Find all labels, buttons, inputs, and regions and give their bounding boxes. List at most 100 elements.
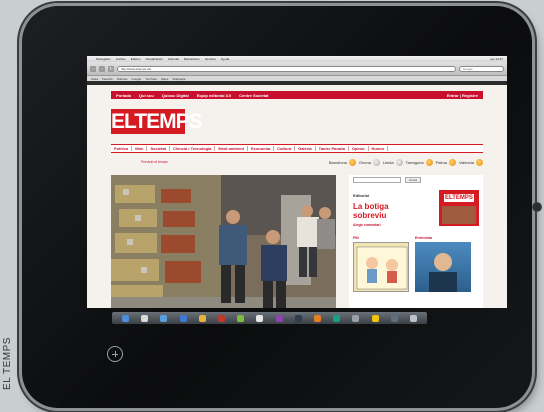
menu-item[interactable]: Historial: [168, 57, 179, 61]
numbers-icon[interactable]: [333, 314, 341, 322]
mail-icon[interactable]: [160, 314, 168, 322]
menu-item[interactable]: Archivo: [116, 57, 126, 61]
site-search-button[interactable]: Cerca: [405, 177, 421, 183]
home-button-icon[interactable]: [107, 346, 123, 362]
bookmark[interactable]: Maps: [161, 77, 168, 81]
market-photo-image: [111, 175, 336, 308]
section-tab[interactable]: Tauler Parada: [316, 146, 349, 151]
photo-credit: EL TEMPS: [2, 337, 13, 390]
topnav-link[interactable]: Quiosc Digital: [162, 93, 189, 98]
tablet-device: Navegador Archivo Edición Visualización …: [22, 6, 542, 408]
messages-icon[interactable]: [237, 314, 245, 322]
menu-item[interactable]: Marcadores: [184, 57, 200, 61]
site-search-input[interactable]: [353, 177, 401, 183]
pin-label: PIN: [353, 236, 359, 240]
interview-photo: [429, 253, 457, 292]
topnav-link[interactable]: Centre Societat: [239, 93, 268, 98]
city-name: Lleida: [382, 159, 394, 165]
section-tab[interactable]: Món: [132, 146, 148, 151]
editorial-link[interactable]: Alegir comentari: [353, 223, 381, 227]
weather-city[interactable]: Barcelona: [329, 158, 356, 166]
weather-bar: Previsió el temps Barcelona Girona Lleid…: [111, 157, 483, 167]
cloud-icon: [372, 158, 380, 166]
editorial-label: Editorial: [353, 193, 370, 198]
reload-icon[interactable]: ↻: [108, 65, 114, 72]
section-nav: Política Món Societat Ciència i Tecnolog…: [111, 144, 483, 153]
editorial-headline[interactable]: La botiga sobreviu: [353, 202, 423, 220]
bookmark[interactable]: YouTube: [145, 77, 157, 81]
bookmark[interactable]: Notícies: [117, 77, 128, 81]
city-name: València: [458, 159, 474, 165]
section-tab[interactable]: Humor: [369, 146, 389, 151]
weather-city[interactable]: València: [458, 158, 483, 166]
interview-label: Entrevista: [415, 236, 432, 240]
trash-icon[interactable]: [409, 314, 417, 322]
preferences-icon[interactable]: [352, 314, 360, 322]
cloud-icon: [395, 158, 403, 166]
sun-icon: [448, 158, 456, 166]
dashboard-icon[interactable]: [141, 314, 149, 322]
section-tab[interactable]: Ciència i Tecnologia: [170, 146, 216, 151]
bookmark[interactable]: Wikipedia: [172, 77, 185, 81]
interview-image[interactable]: [415, 242, 471, 292]
city-name: Palma: [435, 159, 447, 165]
photos-icon[interactable]: [198, 314, 206, 322]
city-name: Tarragona: [405, 159, 424, 165]
os-dock: [112, 312, 427, 324]
menu-item[interactable]: Navegador: [96, 57, 111, 61]
topnav-link[interactable]: Portada: [116, 93, 131, 98]
bookmark[interactable]: Google: [132, 77, 142, 81]
topnav-link[interactable]: Equip editorial 3.0: [197, 93, 231, 98]
section-tab[interactable]: Galeria: [295, 146, 316, 151]
bookmark[interactable]: Favorits: [102, 77, 113, 81]
pages-icon[interactable]: [313, 314, 321, 322]
notes-icon[interactable]: [371, 314, 379, 322]
section-tab[interactable]: Medi ambient: [215, 146, 248, 151]
section-tab[interactable]: Cultura: [274, 146, 296, 151]
weather-city[interactable]: Lleida: [382, 158, 403, 166]
back-icon[interactable]: ‹: [90, 65, 96, 72]
terminal-icon[interactable]: [294, 314, 302, 322]
web-page: Portada Qui sou Quiosc Digital Equip edi…: [87, 85, 507, 308]
menubar-clock: jue 13:37: [490, 57, 503, 61]
thumb-logo: ELTEMPS: [444, 194, 474, 202]
sun-icon: [425, 158, 433, 166]
thumb-photo: [442, 206, 476, 224]
weather-label[interactable]: Previsió el temps: [111, 160, 168, 164]
tablet-screen: Navegador Archivo Edición Visualización …: [87, 56, 507, 308]
section-tab[interactable]: Política: [111, 146, 133, 151]
weather-city[interactable]: Palma: [435, 158, 456, 166]
weather-city[interactable]: Girona: [359, 158, 380, 166]
itunes-icon[interactable]: [275, 314, 283, 322]
forward-icon[interactable]: ›: [99, 65, 105, 72]
site-top-nav: Portada Qui sou Quiosc Digital Equip edi…: [111, 91, 483, 99]
sidebar: Cerca Editorial La botiga sobreviu Alegi…: [349, 175, 483, 308]
menu-item[interactable]: Ayuda: [221, 57, 229, 61]
lead-photo[interactable]: [111, 175, 336, 308]
section-tab[interactable]: Societat: [147, 146, 171, 151]
front-camera: [532, 202, 542, 212]
calendar-icon[interactable]: [218, 314, 226, 322]
contacts-icon[interactable]: [256, 314, 264, 322]
menu-item[interactable]: Ventana: [205, 57, 216, 61]
section-tab[interactable]: Economia: [248, 146, 275, 151]
sun-icon: [476, 158, 483, 166]
downloads-icon[interactable]: [390, 314, 398, 322]
section-tab[interactable]: Opinió: [349, 146, 369, 151]
login-link[interactable]: Entrar | Registre: [447, 93, 478, 98]
topnav-link[interactable]: Qui sou: [139, 93, 154, 98]
sun-icon: [348, 158, 356, 166]
site-logo[interactable]: ELTEMPS: [111, 109, 203, 134]
browser-toolbar: ‹ › ↻ http://www.eltemps.cat Google: [87, 62, 507, 76]
browser-search-input[interactable]: Google: [459, 65, 504, 72]
menu-item[interactable]: Visualización: [146, 57, 163, 61]
cartoon-image[interactable]: [353, 242, 409, 292]
weather-city[interactable]: Tarragona: [405, 158, 433, 166]
safari-icon[interactable]: [179, 314, 187, 322]
editorial-thumbnail[interactable]: ELTEMPS: [439, 190, 479, 226]
url-field[interactable]: http://www.eltemps.cat: [117, 65, 456, 72]
finder-icon[interactable]: [122, 314, 130, 322]
cartoon-drawing: [356, 246, 408, 290]
bookmark[interactable]: Llista: [91, 77, 98, 81]
menu-item[interactable]: Edición: [131, 57, 141, 61]
